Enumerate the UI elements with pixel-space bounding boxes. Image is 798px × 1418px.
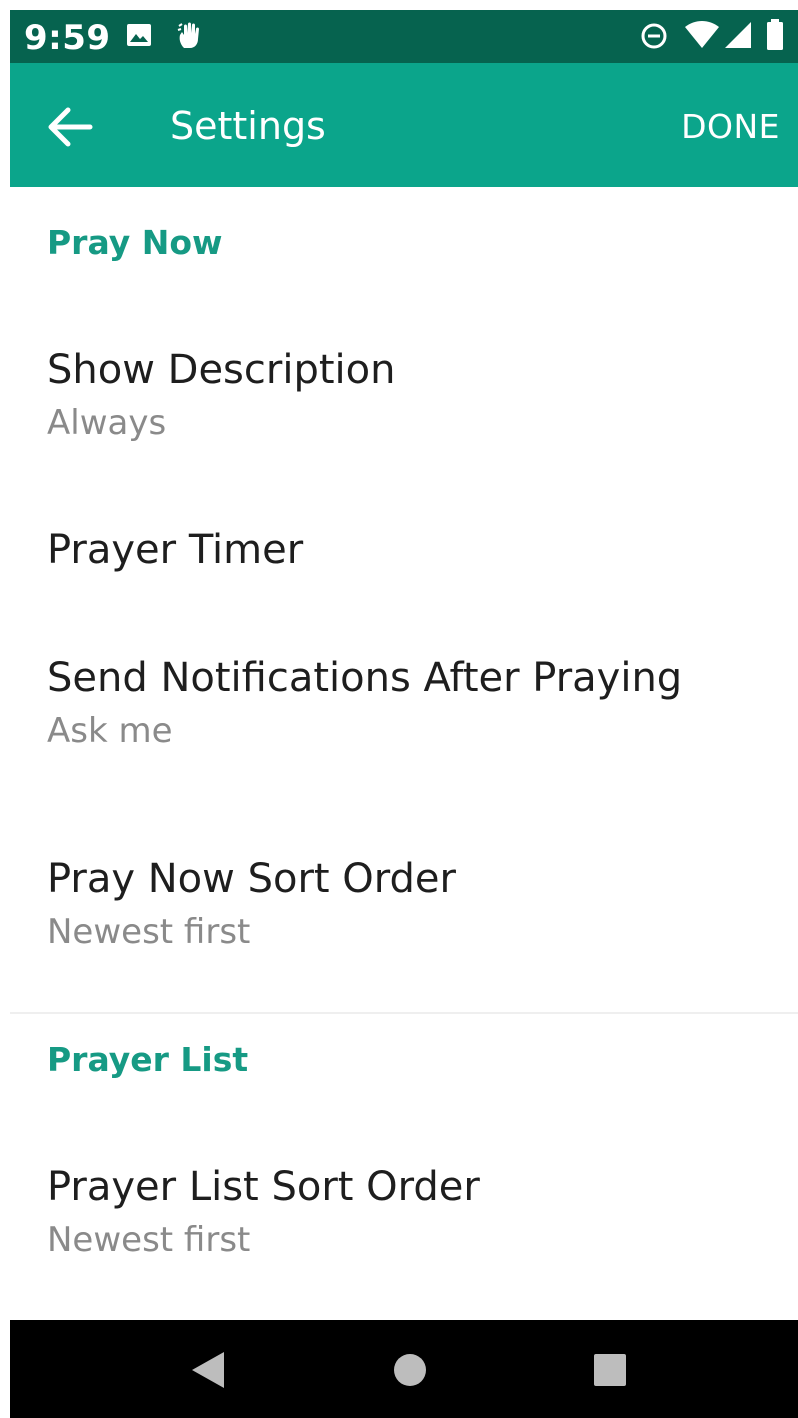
- recents-square-icon: [588, 1354, 632, 1396]
- setting-prayer-list-sort-order[interactable]: Prayer List Sort Order Newest first: [10, 1162, 798, 1272]
- setting-show-description[interactable]: Show Description Always: [10, 345, 798, 455]
- wifi-icon: [684, 21, 720, 53]
- setting-title: Send Notifications After Praying: [47, 655, 683, 701]
- done-button[interactable]: DONE: [681, 105, 780, 149]
- setting-prayer-timer[interactable]: Prayer Timer: [10, 525, 798, 585]
- do-not-disturb-icon: [640, 22, 668, 54]
- nav-home-button[interactable]: [388, 1348, 432, 1392]
- image-icon: [126, 22, 152, 52]
- phone-screen: 9:59 Settings DONE Pray Now Show Descrip…: [10, 10, 798, 1418]
- setting-title: Show Description: [47, 347, 396, 393]
- settings-list: Pray Now Show Description Always Prayer …: [10, 187, 798, 1322]
- section-header-prayer-list: Prayer List: [47, 1040, 249, 1079]
- nav-back-button[interactable]: [186, 1348, 230, 1392]
- back-button[interactable]: [40, 98, 102, 154]
- app-bar: Settings DONE: [10, 63, 798, 187]
- signal-icon: [724, 21, 752, 53]
- setting-send-notifications[interactable]: Send Notifications After Praying Ask me: [10, 653, 798, 763]
- status-time: 9:59: [24, 18, 111, 58]
- setting-title: Prayer List Sort Order: [47, 1164, 480, 1210]
- hand-icon: [176, 20, 202, 54]
- setting-summary: Always: [47, 403, 167, 443]
- nav-recents-button[interactable]: [588, 1348, 632, 1392]
- setting-pray-now-sort-order[interactable]: Pray Now Sort Order Newest first: [10, 854, 798, 964]
- back-triangle-icon: [186, 1352, 230, 1396]
- setting-summary: Ask me: [47, 711, 173, 751]
- section-divider: [10, 1012, 798, 1014]
- home-circle-icon: [388, 1354, 432, 1396]
- setting-title: Pray Now Sort Order: [47, 856, 456, 902]
- setting-summary: Newest first: [47, 1220, 251, 1260]
- page-title: Settings: [170, 104, 326, 148]
- setting-title: Prayer Timer: [47, 527, 304, 573]
- setting-summary: Newest first: [47, 912, 251, 952]
- section-header-pray-now: Pray Now: [47, 223, 223, 262]
- navigation-bar: [10, 1320, 798, 1418]
- battery-icon: [766, 19, 784, 55]
- status-bar: 9:59: [10, 10, 798, 63]
